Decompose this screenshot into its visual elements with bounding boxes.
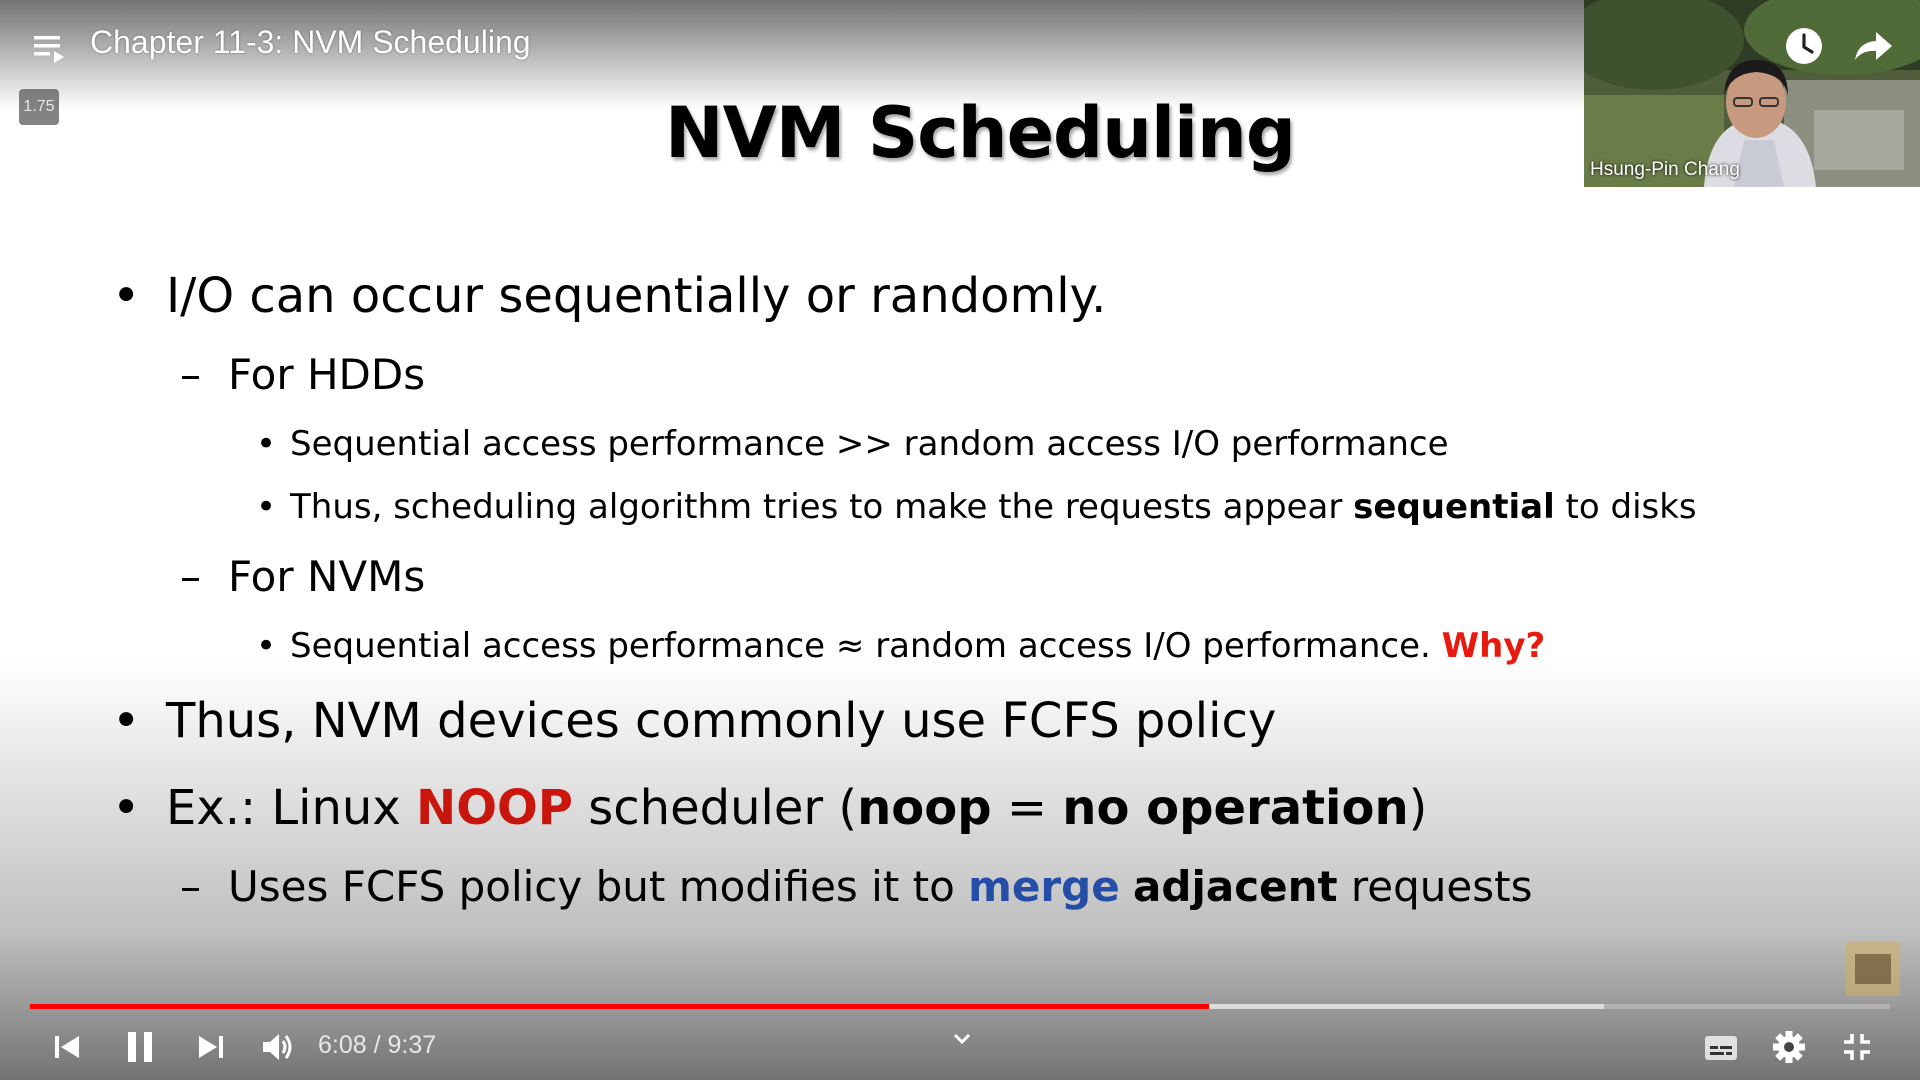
subheading-text: For NVMs — [228, 552, 426, 601]
video-title[interactable]: Chapter 11-3: NVM Scheduling — [90, 24, 531, 61]
bullet-text: Thus, scheduling algorithm tries to make… — [290, 487, 1354, 527]
bullet-marker: • — [256, 626, 277, 666]
subtitles-icon[interactable] — [1704, 1034, 1738, 1062]
slide-sub-bullet: • Thus, scheduling algorithm tries to mak… — [256, 487, 1697, 527]
slide-bullet: • Ex.: Linux NOOP scheduler (noop = no op… — [112, 780, 1427, 836]
subheading-text: For HDDs — [228, 350, 426, 399]
pause-icon[interactable] — [126, 1030, 156, 1064]
noop-highlight: NOOP — [416, 780, 573, 836]
bullet-marker: • — [112, 780, 141, 836]
bullet-text: I/O can occur sequentially or randomly. — [166, 268, 1107, 324]
bullet-marker: • — [112, 693, 141, 749]
subheading-text — [1120, 862, 1133, 911]
volume-icon[interactable] — [260, 1030, 296, 1064]
watch-later-icon[interactable] — [1784, 26, 1824, 66]
bullet-text: = — [991, 780, 1063, 836]
bullet-marker: • — [256, 424, 277, 464]
emphasis-text: adjacent — [1133, 862, 1338, 911]
bullet-text: scheduler ( — [572, 780, 858, 836]
dash-marker: – — [180, 552, 201, 601]
bullet-text: Sequential access performance ≈ random a… — [290, 626, 1442, 666]
channel-watermark[interactable] — [1846, 942, 1900, 996]
bullet-text: to disks — [1554, 487, 1697, 527]
bullet-marker: • — [112, 268, 141, 324]
playlist-icon[interactable] — [32, 32, 68, 66]
emphasis-text: sequential — [1353, 487, 1555, 527]
subheading-text: requests — [1337, 862, 1533, 911]
current-time: 6:08 — [318, 1031, 367, 1059]
dash-marker: – — [180, 862, 201, 911]
emphasis-text: no operation — [1062, 780, 1409, 836]
slide-sub-bullet: • Sequential access performance ≈ random … — [256, 626, 1545, 666]
bullet-text: Thus, NVM devices commonly use FCFS poli… — [166, 693, 1277, 749]
exit-fullscreen-icon[interactable] — [1842, 1032, 1872, 1062]
slide-sub-bullet: • Sequential access performance >> random… — [256, 424, 1449, 464]
merge-highlight: merge — [968, 862, 1120, 911]
why-highlight: Why? — [1441, 626, 1546, 666]
time-separator: / — [366, 1031, 388, 1059]
bullet-text: ) — [1408, 780, 1428, 836]
next-icon[interactable] — [196, 1032, 226, 1062]
dash-marker: – — [180, 350, 201, 399]
previous-icon[interactable] — [52, 1032, 82, 1062]
subheading-text: Uses FCFS policy but modifies it to — [228, 862, 969, 911]
slide-subheading: – For NVMs — [180, 552, 425, 601]
bullet-marker: • — [256, 487, 277, 527]
slide-bullet: • I/O can occur sequentially or randomly. — [112, 268, 1106, 324]
share-icon[interactable] — [1852, 26, 1894, 66]
presenter-name: Hsung-Pin Chang — [1590, 159, 1740, 180]
slide-bullet: • Thus, NVM devices commonly use FCFS pol… — [112, 693, 1276, 749]
time-display: 6:08 / 9:37 — [318, 1031, 436, 1060]
settings-gear-icon[interactable] — [1772, 1030, 1806, 1064]
chevron-down-icon[interactable] — [950, 1030, 974, 1048]
slide-subheading: – Uses FCFS policy but modifies it to mer… — [180, 862, 1532, 911]
watermark-image — [1855, 954, 1891, 984]
playback-speed-badge: 1.75 — [19, 89, 59, 125]
slide-subheading: – For HDDs — [180, 350, 425, 399]
emphasis-text: noop — [857, 780, 992, 836]
bullet-text: Ex.: Linux — [166, 780, 417, 836]
total-time: 9:37 — [387, 1031, 437, 1059]
progress-played — [30, 1004, 1210, 1009]
bullet-text: Sequential access performance >> random … — [290, 424, 1449, 464]
progress-bar[interactable] — [30, 1004, 1890, 1009]
